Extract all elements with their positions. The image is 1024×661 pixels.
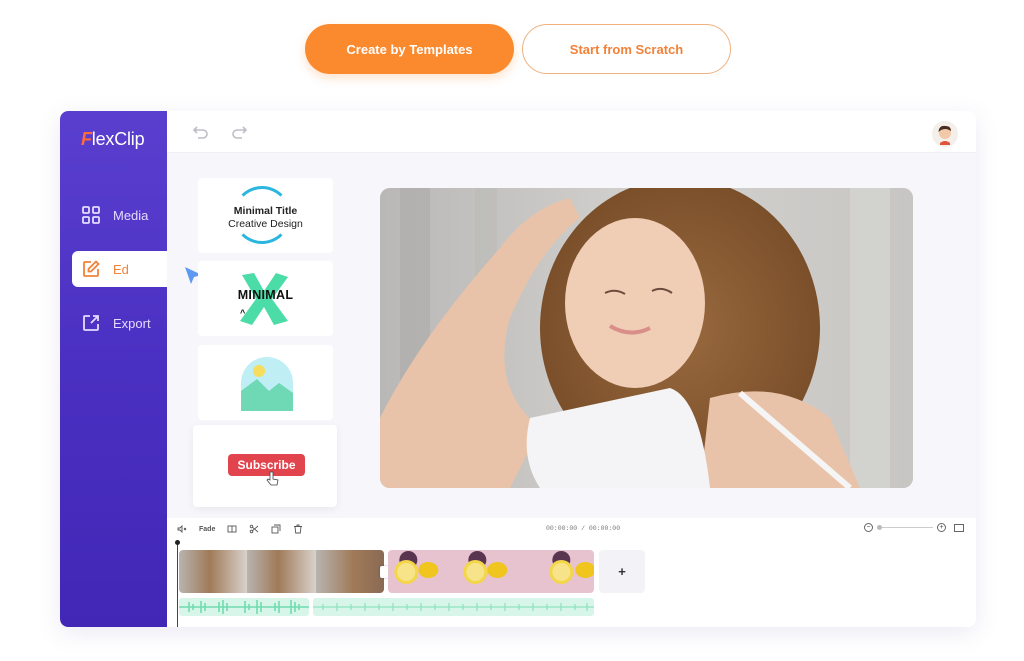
video-clip-lemons[interactable] — [388, 550, 594, 593]
duplicate-icon[interactable] — [271, 524, 281, 534]
volume-icon[interactable] — [177, 524, 187, 534]
playhead[interactable] — [177, 542, 178, 627]
sidebar-item-label: Media — [113, 207, 149, 223]
image-placeholder-icon — [241, 357, 293, 411]
timeline-toolbar: Fade — [177, 524, 303, 534]
waveform — [313, 603, 594, 611]
clip-frame — [315, 550, 384, 593]
sidebar-item-edit[interactable]: Ed — [72, 251, 167, 287]
playhead-handle[interactable] — [175, 540, 180, 545]
caret-icon: ^ — [240, 308, 246, 318]
timeline-zoom: − + — [864, 523, 964, 532]
logo-text: lexClip — [91, 129, 145, 149]
scissors-icon[interactable] — [249, 524, 259, 534]
clip-frame — [388, 550, 457, 593]
zoom-slider[interactable] — [877, 525, 933, 530]
video-preview[interactable] — [380, 188, 913, 488]
sidebar-item-export[interactable]: Export — [60, 305, 167, 341]
hand-cursor-icon — [266, 471, 279, 486]
template-title: Minimal Title — [233, 205, 298, 217]
fit-timeline-button[interactable] — [954, 523, 964, 532]
sidebar: FlexClip Media Ed Export — [60, 111, 167, 627]
flexclip-logo: FlexClip — [81, 129, 145, 150]
avatar-icon — [932, 121, 958, 147]
clip-frame — [179, 550, 248, 593]
redo-icon[interactable] — [230, 123, 248, 141]
topbar — [167, 111, 976, 153]
template-card-image[interactable] — [198, 345, 333, 420]
timecode: 00:00:00 / 00:00:00 — [546, 525, 621, 532]
trash-icon[interactable] — [293, 524, 303, 534]
sidebar-item-label: Ed — [113, 261, 129, 277]
video-clip-woman[interactable] — [179, 550, 384, 593]
template-subtitle: Creative Design — [228, 218, 303, 230]
edit-icon — [83, 260, 100, 277]
fade-button[interactable]: Fade — [199, 526, 215, 533]
zoom-slider-thumb[interactable] — [877, 525, 882, 530]
template-card-subscribe[interactable]: Subscribe — [193, 425, 337, 507]
add-clip-button[interactable]: + — [599, 550, 645, 593]
clip-frame — [457, 550, 526, 593]
waveform — [179, 600, 309, 614]
sidebar-item-media[interactable]: Media — [60, 197, 167, 233]
start-from-scratch-button[interactable]: Start from Scratch — [522, 24, 731, 74]
create-by-templates-button[interactable]: Create by Templates — [305, 24, 514, 74]
template-title: MINIMAL — [237, 288, 294, 302]
logo-mark: F — [81, 129, 92, 149]
sidebar-item-label: Export — [113, 315, 151, 331]
undo-icon[interactable] — [192, 123, 210, 141]
audio-track-1[interactable] — [179, 598, 309, 616]
template-card-minimal-title[interactable]: Minimal Title Creative Design — [198, 178, 333, 253]
audio-track-2[interactable] — [313, 598, 594, 616]
export-icon — [83, 315, 99, 331]
template-card-minimal-x[interactable]: MINIMAL ^ — [198, 261, 333, 336]
transition-handle[interactable] — [380, 566, 388, 578]
preview-image — [380, 188, 913, 488]
grid-icon — [82, 206, 100, 224]
cta-row: Create by Templates Start from Scratch — [0, 24, 1024, 74]
editor-app: FlexClip Media Ed Export Minimal Title C… — [60, 111, 976, 627]
clip-frame — [247, 550, 316, 593]
zoom-out-button[interactable]: − — [864, 523, 873, 532]
zoom-in-button[interactable]: + — [937, 523, 946, 532]
user-avatar[interactable] — [932, 121, 958, 147]
timeline: Fade 00:00:00 / 00:00:00 − + + — [167, 518, 976, 627]
split-icon[interactable] — [227, 524, 237, 534]
clip-frame — [525, 550, 594, 593]
